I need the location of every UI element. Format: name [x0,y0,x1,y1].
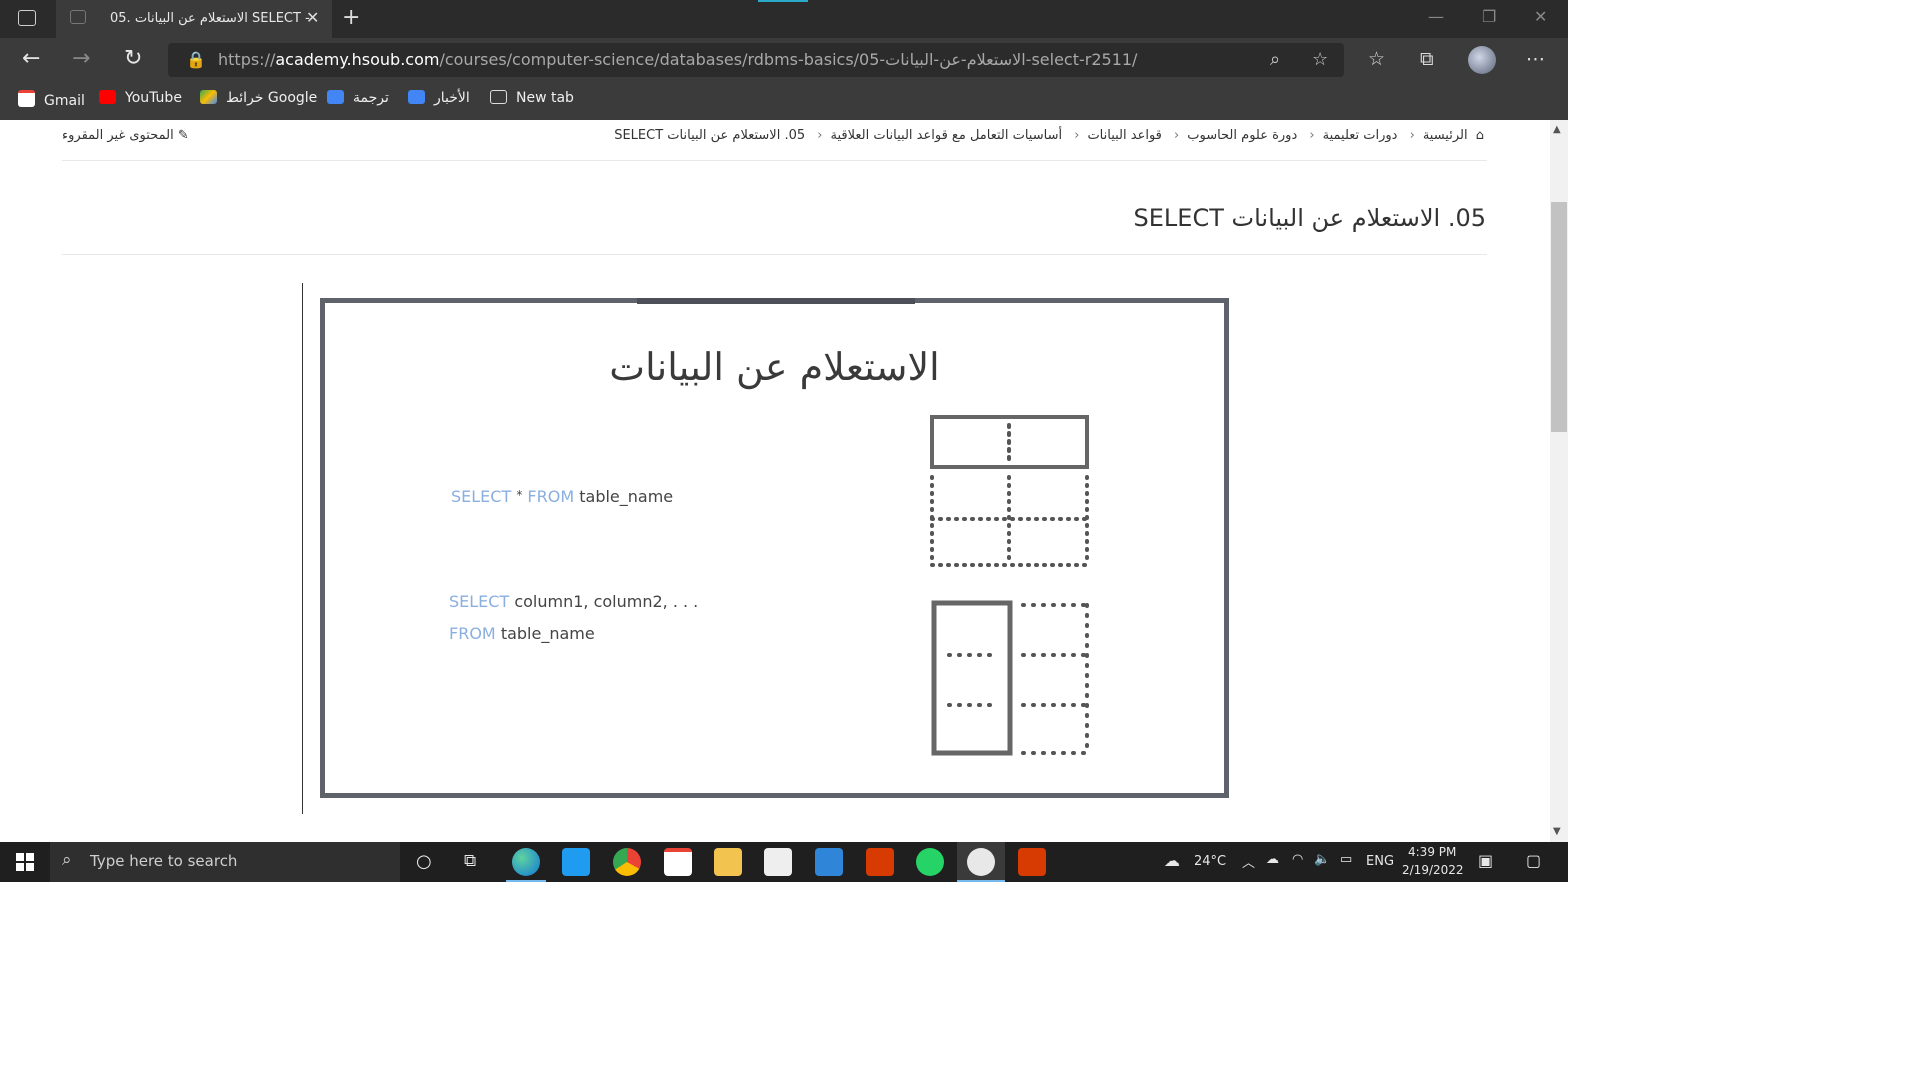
battery-icon[interactable]: ▭ [1340,852,1352,867]
windows-start-icon[interactable] [16,853,34,871]
favorites-icon[interactable]: ☆ [1368,48,1385,70]
snipping-active-indicator [957,880,1005,882]
breadcrumb-cs-course[interactable]: دورة علوم الحاسوب [1187,128,1297,143]
zoom-icon[interactable]: ⌕ [1270,49,1280,70]
favorites-bar: Gmail YouTube خرائط Google ترجمة الأخبار… [0,82,1568,120]
file-explorer-icon[interactable] [714,848,742,876]
wifi-icon[interactable]: ◠ [1292,852,1303,867]
breadcrumb: ⌂ الرئيسية‹ دورات تعليمية‹ دورة علوم الح… [614,128,1484,143]
address-toolbar: ← → ↻ 🔒 https://academy.hsoub.com/course… [0,38,1568,82]
action-center-icon[interactable]: ▢ [1526,851,1541,870]
back-button[interactable]: ← [22,46,40,71]
new-tab-icon [490,90,507,104]
video-frame-edge [302,283,303,814]
breadcrumb-courses[interactable]: دورات تعليمية [1323,128,1398,143]
search-placeholder: Type here to search [90,852,238,870]
translate-icon [327,90,344,104]
restore-button[interactable]: ❐ [1482,7,1496,26]
show-hidden-icons[interactable]: ︿ [1242,852,1255,871]
language-indicator[interactable]: ENG [1366,854,1394,869]
browser-tab[interactable]: 05. الاستعلام عن البيانات SELECT - ✕ [56,0,332,38]
web-page: ⌂ الرئيسية‹ دورات تعليمية‹ دورة علوم الح… [0,120,1550,842]
fav-gmail[interactable]: Gmail [18,90,85,109]
office-icon[interactable] [866,848,894,876]
lesson-slide: الاستعلام عن البيانات SELECT * FROM tabl… [320,298,1229,798]
code-select-columns: SELECT column1, column2, . . . FROM tabl… [449,592,699,643]
tab-strip-accent [758,0,808,2]
mail-icon[interactable] [815,848,843,876]
new-tab-button[interactable]: + [342,5,360,30]
slide-title: الاستعلام عن البيانات [609,345,940,389]
forward-button[interactable]: → [72,46,90,71]
slide-accent-bar [637,298,915,304]
edge-active-indicator [506,880,546,882]
breadcrumb-home[interactable]: الرئيسية [1423,128,1468,143]
refresh-button[interactable]: ↻ [124,46,142,71]
table-column-diagram [931,600,1089,756]
edge-icon[interactable] [512,848,540,876]
gmail-taskbar-icon[interactable] [664,848,692,876]
add-favorite-icon[interactable]: ☆ [1312,49,1328,70]
url-text[interactable]: https://academy.hsoub.com/courses/comput… [218,50,1137,69]
task-view-icon[interactable]: ⧉ [464,851,476,871]
collections-icon[interactable]: ⧉ [1420,48,1434,70]
cortana-icon[interactable]: ○ [416,851,432,872]
table-all-rows-diagram [930,415,1089,567]
wand-icon: ✎ [177,128,189,143]
fav-news[interactable]: الأخبار [408,90,470,106]
divider [62,160,1487,161]
fav-translate[interactable]: ترجمة [327,90,389,106]
search-icon: ⌕ [62,850,72,870]
scrollbar-thumb[interactable] [1551,202,1567,432]
notifications-icon[interactable]: ▣ [1478,851,1493,870]
close-window-button[interactable]: ✕ [1534,7,1547,26]
clock-time[interactable]: 4:39 PM [1408,845,1456,859]
taskbar-search[interactable]: ⌕ Type here to search [50,842,400,882]
address-bar[interactable]: 🔒 https://academy.hsoub.com/courses/comp… [168,43,1344,77]
office-icon-2[interactable] [1018,848,1046,876]
fav-new-tab[interactable]: New tab [490,90,574,106]
home-icon: ⌂ [1475,128,1484,143]
youtube-icon [99,90,116,104]
weather-icon[interactable]: ☁ [1164,851,1180,870]
chrome-icon[interactable] [613,848,641,876]
lock-icon[interactable]: 🔒 [186,50,206,69]
more-menu-icon[interactable]: ⋯ [1526,48,1545,70]
scroll-up-arrow[interactable]: ▲ [1553,124,1561,135]
fav-google-maps[interactable]: خرائط Google [200,90,317,106]
minimize-button[interactable]: — [1428,7,1444,26]
code-select-all: SELECT * FROM table_name [451,487,674,506]
fav-youtube[interactable]: YouTube [99,90,182,106]
windows-taskbar: ⌕ Type here to search ○ ⧉ ☁ 24°C ︿ ☁ ◠ 🔈… [0,842,1568,882]
tab-title: 05. الاستعلام عن البيانات SELECT - [110,11,310,26]
page-title: 05. الاستعلام عن البيانات SELECT [1133,204,1486,232]
gmail-icon [18,90,35,107]
profile-avatar[interactable] [1468,46,1496,74]
snipping-tool-icon[interactable] [967,848,995,876]
breadcrumb-current: 05. الاستعلام عن البيانات SELECT [614,128,806,143]
store-icon[interactable] [764,848,792,876]
vscode-icon[interactable] [562,848,590,876]
tab-close-icon[interactable]: ✕ [306,8,319,27]
breadcrumb-databases[interactable]: قواعد البيانات [1087,128,1161,143]
tab-actions-icon[interactable] [18,10,36,26]
maps-icon [200,90,217,104]
tab-bar: 05. الاستعلام عن البيانات SELECT - ✕ + —… [0,0,1568,38]
news-icon [408,90,425,104]
breadcrumb-rdbms-basics[interactable]: أساسيات التعامل مع قواعد البيانات العلاق… [831,128,1063,143]
onedrive-icon[interactable]: ☁ [1266,852,1279,867]
whatsapp-icon[interactable] [916,848,944,876]
divider [62,254,1487,255]
temperature[interactable]: 24°C [1194,854,1226,869]
tab-favicon-icon [70,10,86,24]
clock-date[interactable]: 2/19/2022 [1402,863,1464,877]
scroll-down-arrow[interactable]: ▼ [1553,826,1561,837]
volume-icon[interactable]: 🔈 [1314,852,1330,867]
unread-content-link[interactable]: ✎ المحتوى غير المقروء [62,128,189,143]
